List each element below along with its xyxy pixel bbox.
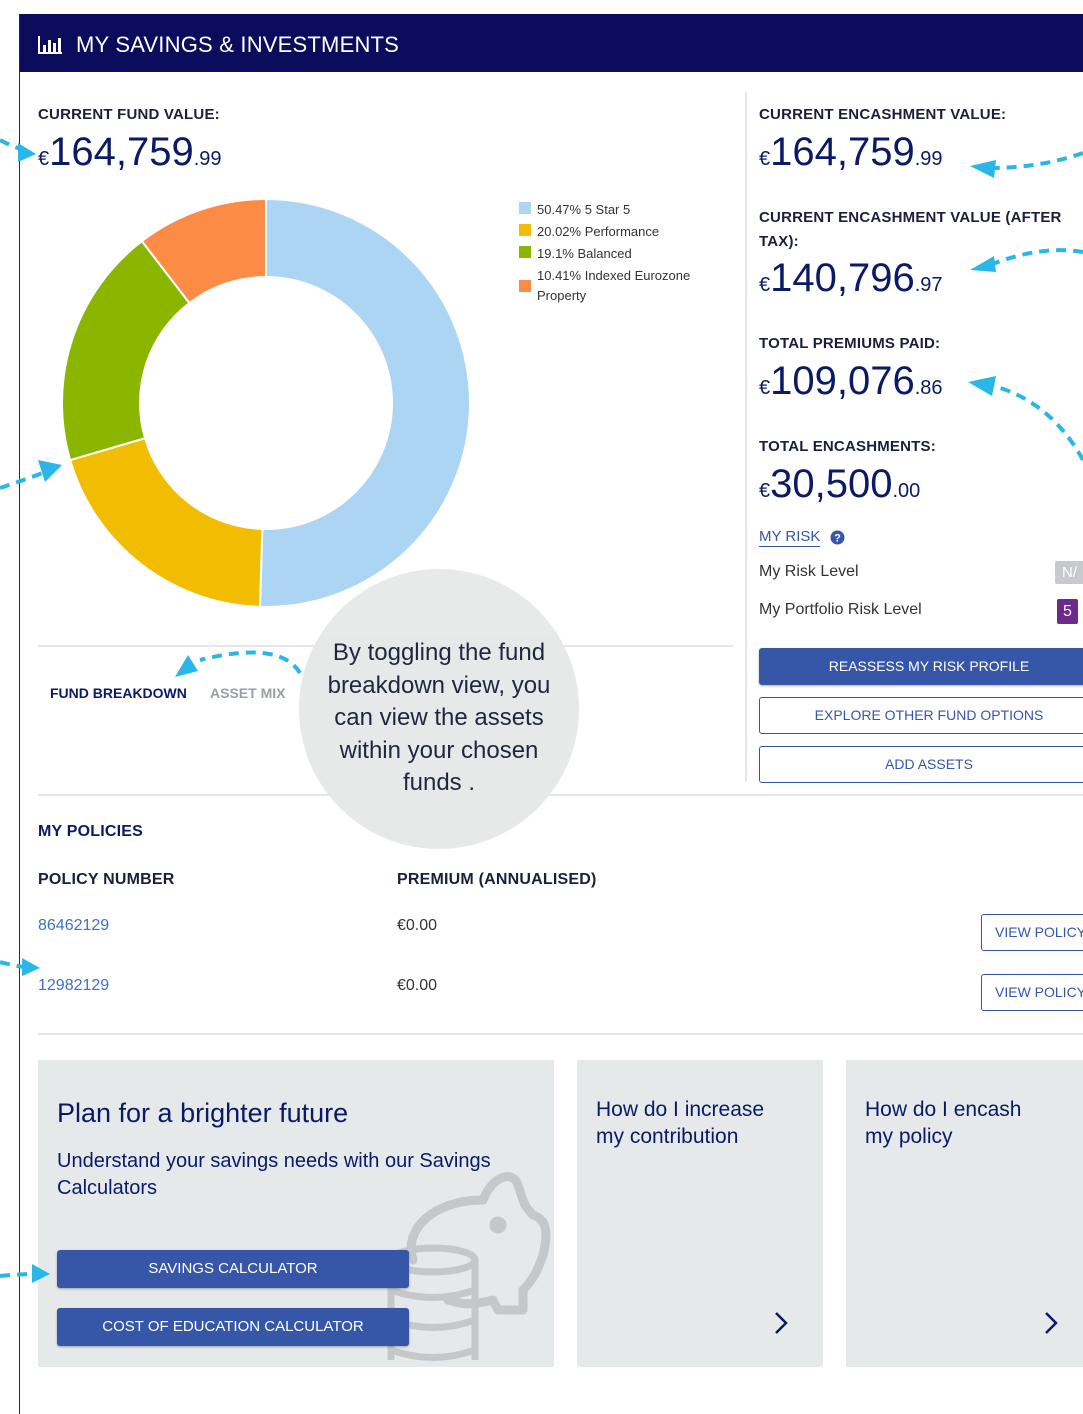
total-premiums-label: TOTAL PREMIUMS PAID: bbox=[759, 335, 941, 352]
encashment-value: €164,759.99 bbox=[759, 130, 943, 175]
currency-symbol: € bbox=[759, 480, 771, 502]
policy-number-header: POLICY NUMBER bbox=[38, 871, 175, 888]
encashment-after-tax-label-2: TAX): bbox=[759, 233, 799, 250]
education-calculator-button[interactable]: COST OF EDUCATION CALCULATOR bbox=[57, 1308, 409, 1346]
currency-symbol: € bbox=[759, 377, 771, 399]
currency-symbol: € bbox=[759, 274, 771, 296]
total-encashments-value: €30,500.00 bbox=[759, 462, 920, 507]
encashment-value-label: CURRENT ENCASHMENT VALUE: bbox=[759, 106, 1007, 123]
legend-label: 20.02% Performance bbox=[537, 224, 660, 239]
tooltip-line: By toggling the fund bbox=[332, 639, 546, 666]
encash-card-line-1: How do I encash bbox=[865, 1098, 1022, 1121]
tooltip-text: By toggling the fund breakdown view, you… bbox=[299, 637, 579, 800]
legend-label: 50.47% 5 Star 5 bbox=[537, 202, 631, 217]
plan-future-card: Plan for a brighter future Understand yo… bbox=[38, 1060, 554, 1367]
tab-asset-mix[interactable]: ASSET MIX bbox=[210, 685, 285, 701]
tutorial-tooltip: By toggling the fund breakdown view, you… bbox=[299, 569, 579, 849]
legend-swatch bbox=[519, 224, 531, 236]
after-tax-whole: 140,796 bbox=[770, 256, 915, 300]
fund-value: €164,759.99 bbox=[38, 130, 222, 175]
total-encashments-label: TOTAL ENCASHMENTS: bbox=[759, 438, 936, 455]
explore-funds-button[interactable]: EXPLORE OTHER FUND OPTIONS bbox=[759, 697, 1083, 734]
donut-slice-5-star-5[interactable] bbox=[258, 197, 471, 608]
plan-card-subtitle-1: Understand your savings needs with our S… bbox=[57, 1150, 491, 1172]
fund-value-currency: € bbox=[38, 148, 50, 170]
help-icon[interactable]: ? bbox=[830, 530, 845, 545]
plan-card-title: Plan for a brighter future bbox=[57, 1098, 349, 1128]
risk-level-badge: N/ bbox=[1055, 561, 1083, 584]
premiums-whole: 109,076 bbox=[770, 359, 915, 403]
legend-swatch bbox=[519, 246, 531, 258]
policy-number-link[interactable]: 12982129 bbox=[38, 977, 109, 995]
my-risk-link[interactable]: MY RISK bbox=[759, 528, 821, 547]
add-assets-button[interactable]: ADD ASSETS bbox=[759, 746, 1083, 783]
encash-card-line-2: my policy bbox=[865, 1125, 953, 1148]
increase-card-line-1: How do I increase bbox=[596, 1098, 765, 1121]
section-divider bbox=[38, 1033, 1083, 1035]
tab-fund-breakdown[interactable]: FUND BREAKDOWN bbox=[50, 685, 187, 701]
donut-slice-performance[interactable] bbox=[68, 436, 264, 608]
reassess-risk-button[interactable]: REASSESS MY RISK PROFILE bbox=[759, 648, 1083, 685]
currency-symbol: € bbox=[759, 148, 771, 170]
increase-card-line-2: my contribution bbox=[596, 1125, 739, 1148]
fund-value-decimal: .99 bbox=[193, 148, 222, 170]
legend-swatch bbox=[519, 280, 531, 292]
plan-card-subtitle-2: Calculators bbox=[57, 1177, 158, 1199]
fund-value-label: CURRENT FUND VALUE: bbox=[38, 106, 220, 123]
chevron-right-icon[interactable] bbox=[1043, 1310, 1059, 1336]
legend-label: 19.1% Balanced bbox=[537, 246, 632, 261]
savings-calculator-button[interactable]: SAVINGS CALCULATOR bbox=[57, 1250, 409, 1288]
my-risk-link-label: MY RISK bbox=[759, 528, 821, 545]
section-title: MY SAVINGS & INVESTMENTS bbox=[76, 32, 400, 57]
encashment-after-tax-value: €140,796.97 bbox=[759, 256, 943, 301]
total-premiums-value: €109,076.86 bbox=[759, 359, 943, 404]
bar-chart-icon bbox=[38, 36, 62, 54]
encash-policy-card[interactable]: How do I encash my policy bbox=[846, 1060, 1083, 1367]
encashments-whole: 30,500 bbox=[770, 462, 893, 506]
after-tax-decimal: .97 bbox=[914, 274, 943, 296]
legend-swatch bbox=[519, 202, 531, 214]
tooltip-line: can view the assets bbox=[334, 704, 544, 731]
fund-value-whole: 164,759 bbox=[49, 130, 194, 174]
increase-contribution-card[interactable]: How do I increase my contribution bbox=[577, 1060, 823, 1367]
portfolio-risk-badge: 5 bbox=[1057, 599, 1078, 624]
chart-legend: 50.47% 5 Star 5 20.02% Performance 19.1% B… bbox=[519, 200, 719, 310]
view-policy-button[interactable]: VIEW POLICY bbox=[981, 914, 1083, 951]
column-divider bbox=[745, 92, 747, 782]
policy-premium: €0.00 bbox=[397, 917, 438, 934]
encashments-decimal: .00 bbox=[892, 480, 921, 502]
tooltip-line: within your chosen bbox=[339, 736, 539, 764]
encashment-whole: 164,759 bbox=[770, 130, 915, 174]
encashment-after-tax-label-1: CURRENT ENCASHMENT VALUE (AFTER bbox=[759, 209, 1062, 226]
portfolio-risk-label: My Portfolio Risk Level bbox=[759, 601, 922, 618]
view-policy-button[interactable]: VIEW POLICY bbox=[981, 974, 1083, 1011]
premiums-decimal: .86 bbox=[914, 377, 943, 399]
premium-header: PREMIUM (ANNUALISED) bbox=[397, 871, 597, 888]
legend-label: 10.41% Indexed Eurozone Property bbox=[537, 268, 691, 303]
fund-breakdown-donut-chart bbox=[61, 197, 471, 608]
policy-number-link[interactable]: 86462129 bbox=[38, 917, 109, 935]
policies-title: MY POLICIES bbox=[38, 823, 144, 840]
tooltip-line: funds . bbox=[402, 769, 476, 796]
section-header: MY SAVINGS & INVESTMENTS bbox=[20, 14, 1083, 72]
svg-text:?: ? bbox=[834, 533, 841, 545]
chevron-right-icon[interactable] bbox=[773, 1310, 789, 1336]
policy-premium: €0.00 bbox=[397, 977, 438, 994]
tooltip-line: breakdown view, you bbox=[327, 671, 551, 699]
risk-level-label: My Risk Level bbox=[759, 563, 859, 580]
encashment-decimal: .99 bbox=[914, 148, 943, 170]
